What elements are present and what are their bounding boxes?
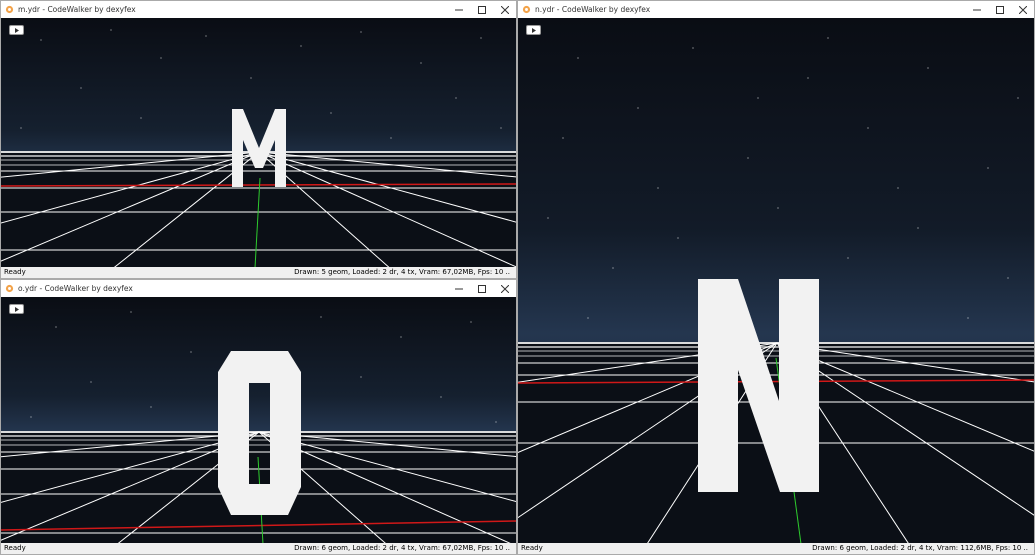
titlebar[interactable]: m.ydr - CodeWalker by dexyfex [1, 1, 516, 18]
3d-viewport[interactable] [1, 18, 516, 268]
minimize-button[interactable] [447, 280, 470, 297]
status-bar: Ready Drawn: 6 geom, Loaded: 2 dr, 4 tx,… [518, 543, 1034, 554]
3d-viewport[interactable] [1, 297, 516, 544]
window-m: m.ydr - CodeWalker by dexyfex Ready Draw… [0, 0, 517, 279]
status-ready: Ready [4, 544, 26, 552]
status-ready: Ready [521, 544, 543, 552]
scene [1, 18, 516, 268]
status-bar: Ready Drawn: 5 geom, Loaded: 2 dr, 4 tx,… [1, 267, 516, 278]
play-icon[interactable] [526, 25, 541, 35]
status-ready: Ready [4, 268, 26, 276]
window-n: n.ydr - CodeWalker by dexyfex Ready Draw… [517, 0, 1035, 555]
play-icon[interactable] [9, 304, 24, 314]
titlebar[interactable]: o.ydr - CodeWalker by dexyfex [1, 280, 516, 297]
status-bar: Ready Drawn: 6 geom, Loaded: 2 dr, 4 tx,… [1, 543, 516, 554]
close-button[interactable] [493, 280, 516, 297]
titlebar[interactable]: n.ydr - CodeWalker by dexyfex [518, 1, 1034, 18]
maximize-button[interactable] [470, 1, 493, 18]
codewalker-icon [5, 5, 14, 14]
window-title: o.ydr - CodeWalker by dexyfex [18, 284, 133, 293]
window-title: n.ydr - CodeWalker by dexyfex [535, 5, 651, 14]
window-title: m.ydr - CodeWalker by dexyfex [18, 5, 136, 14]
3d-viewport[interactable] [518, 18, 1034, 544]
codewalker-icon [5, 284, 14, 293]
close-button[interactable] [493, 1, 516, 18]
play-icon[interactable] [9, 25, 24, 35]
scene [518, 18, 1034, 544]
minimize-button[interactable] [447, 1, 470, 18]
close-button[interactable] [1011, 1, 1034, 18]
maximize-button[interactable] [988, 1, 1011, 18]
status-stats: Drawn: 5 geom, Loaded: 2 dr, 4 tx, Vram:… [294, 268, 510, 276]
window-o: o.ydr - CodeWalker by dexyfex Ready Draw… [0, 279, 517, 555]
status-stats: Drawn: 6 geom, Loaded: 2 dr, 4 tx, Vram:… [812, 544, 1028, 552]
codewalker-icon [522, 5, 531, 14]
maximize-button[interactable] [470, 280, 493, 297]
desktop: { "windows": { "m": { "title": "m.ydr - … [0, 0, 1035, 555]
minimize-button[interactable] [965, 1, 988, 18]
scene [1, 297, 516, 544]
status-stats: Drawn: 6 geom, Loaded: 2 dr, 4 tx, Vram:… [294, 544, 510, 552]
